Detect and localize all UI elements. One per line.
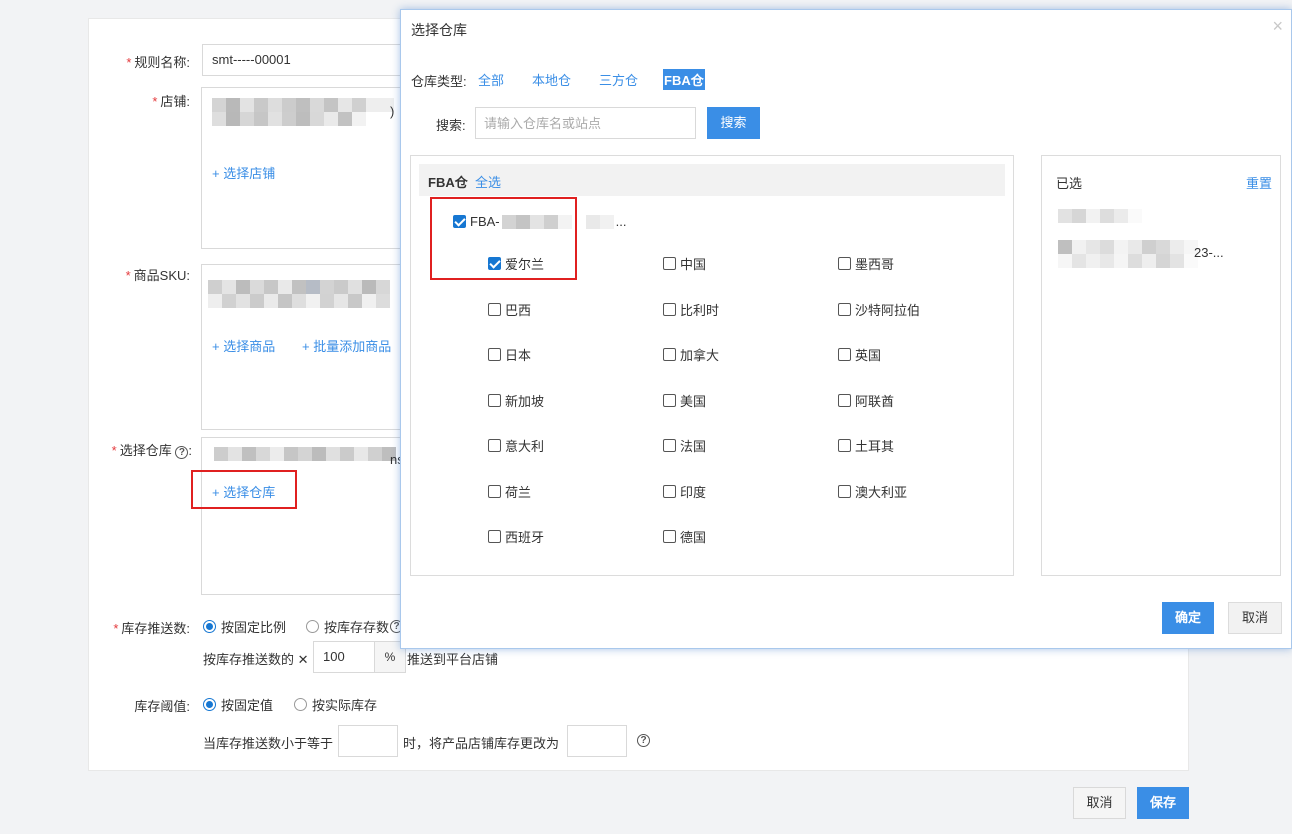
threshold-text-prefix: 当库存推送数小于等于 (203, 736, 334, 751)
checkbox-icon (488, 485, 501, 498)
push-percent-input[interactable]: 100 (313, 641, 375, 673)
type-tab-third-party[interactable]: 三方仓 (598, 69, 639, 90)
checkbox-icon (663, 530, 676, 543)
checkbox-icon (663, 439, 676, 452)
rule-name-label: * 规则名称: (126, 55, 190, 70)
radio-icon (306, 620, 319, 633)
push-label: * 库存推送数: (113, 621, 190, 636)
group-header: FBA仓 全选 (419, 164, 1005, 196)
checkbox-icon (838, 439, 851, 452)
selected-title: 已选 (1056, 176, 1083, 191)
checkbox-icon (488, 439, 501, 452)
warehouse-list-panel: FBA仓 全选 FBA- ... 爱尔兰 中国 墨西哥 巴西 比利时 沙特阿拉伯… (410, 155, 1014, 576)
highlight-box-selected-fba (430, 197, 577, 280)
radio-icon (294, 698, 307, 711)
close-icon[interactable]: × (1272, 16, 1283, 37)
threshold-set-input[interactable] (567, 725, 627, 757)
push-option-stock[interactable]: 按库存存数? (306, 617, 404, 636)
threshold-min-input[interactable] (338, 725, 398, 757)
form-cancel-button[interactable]: 取消 (1073, 787, 1126, 819)
type-tab-local[interactable]: 本地仓 (531, 69, 572, 90)
help-icon[interactable]: ? (175, 446, 189, 459)
country-item-china[interactable]: 中国 (663, 254, 706, 273)
country-item-belgium[interactable]: 比利时 (663, 300, 719, 319)
radio-checked-icon (203, 620, 216, 633)
checkbox-icon (838, 348, 851, 361)
batch-add-product-link[interactable]: + 批量添加商品 (302, 336, 391, 355)
country-item-france[interactable]: 法国 (663, 436, 706, 455)
sku-label: * 商品SKU: (125, 268, 190, 283)
country-item-spain[interactable]: 西班牙 (488, 527, 544, 546)
type-tab-fba[interactable]: FBA仓 (663, 69, 705, 90)
checkbox-icon (838, 257, 851, 270)
threshold-label: 库存阈值: (134, 699, 190, 714)
threshold-text-middle: 时，将产品店铺库存更改为 (403, 736, 560, 751)
country-item-japan[interactable]: 日本 (488, 345, 531, 364)
country-item-singapore[interactable]: 新加坡 (488, 391, 544, 410)
checkbox-icon (838, 394, 851, 407)
dialog-cancel-button[interactable]: 取消 (1228, 602, 1282, 634)
help-icon[interactable]: ? (637, 734, 650, 747)
sku-redacted-mosaic (208, 280, 400, 308)
push-text-prefix: 按库存推送数的 ✕ (203, 652, 309, 667)
checkbox-icon (663, 348, 676, 361)
selected-item-redacted-1 (1058, 209, 1142, 223)
shop-redacted-mosaic (212, 98, 394, 126)
country-item-brazil[interactable]: 巴西 (488, 300, 531, 319)
country-item-uk[interactable]: 英国 (838, 345, 881, 364)
checkbox-icon (663, 303, 676, 316)
warehouse-redacted-mosaic (214, 447, 396, 461)
selected-panel: 已选 重置 23-... (1041, 155, 1281, 576)
country-item-saudi-arabia[interactable]: 沙特阿拉伯 (838, 300, 920, 319)
form-save-button[interactable]: 保存 (1137, 787, 1189, 819)
select-warehouse-dialog: 选择仓库 × 仓库类型: 全部 本地仓 三方仓 FBA仓 搜索: 搜索 FBA仓… (400, 9, 1292, 649)
push-text-suffix: 推送到平台店铺 (407, 652, 499, 667)
rule-name-input[interactable]: smt-----00001 (202, 44, 402, 76)
country-item-netherlands[interactable]: 荷兰 (488, 482, 531, 501)
country-item-india[interactable]: 印度 (663, 482, 706, 501)
checkbox-icon (663, 485, 676, 498)
push-option-ratio[interactable]: 按固定比例 (203, 617, 286, 636)
country-item-turkey[interactable]: 土耳其 (838, 436, 894, 455)
checkbox-icon (663, 257, 676, 270)
radio-checked-icon (203, 698, 216, 711)
selected-item-redacted-2 (1058, 240, 1198, 268)
search-button[interactable]: 搜索 (707, 107, 760, 139)
checkbox-icon (838, 303, 851, 316)
confirm-button[interactable]: 确定 (1162, 602, 1214, 634)
dialog-title: 选择仓库 (411, 22, 467, 38)
select-all-link[interactable]: 全选 (475, 172, 501, 191)
group-title: FBA仓 (428, 175, 468, 190)
search-input[interactable] (475, 107, 696, 139)
country-item-australia[interactable]: 澳大利亚 (838, 482, 907, 501)
selected-item-tail: 23-... (1194, 245, 1224, 260)
highlight-box-select-warehouse (191, 470, 297, 509)
threshold-option-fixed[interactable]: 按固定值 (203, 695, 273, 714)
country-item-usa[interactable]: 美国 (663, 391, 706, 410)
checkbox-icon (663, 394, 676, 407)
country-item-canada[interactable]: 加拿大 (663, 345, 719, 364)
threshold-option-actual[interactable]: 按实际库存 (294, 695, 377, 714)
shop-label: * 店铺: (152, 94, 190, 109)
select-product-link[interactable]: + 选择商品 (212, 336, 275, 355)
warehouse-type-label: 仓库类型: (411, 74, 467, 89)
country-item-uae[interactable]: 阿联酋 (838, 391, 894, 410)
checkbox-icon (488, 394, 501, 407)
search-label: 搜索: (436, 118, 466, 133)
checkbox-icon (488, 348, 501, 361)
checkbox-icon (838, 485, 851, 498)
shop-text-tail: ) (390, 104, 395, 119)
country-item-germany[interactable]: 德国 (663, 527, 706, 546)
checkbox-icon (488, 530, 501, 543)
checkbox-icon (488, 303, 501, 316)
country-item-italy[interactable]: 意大利 (488, 436, 544, 455)
warehouse-label: * 选择仓库 ?: (111, 443, 192, 459)
country-item-mexico[interactable]: 墨西哥 (838, 254, 894, 273)
reset-link[interactable]: 重置 (1246, 173, 1272, 192)
select-shop-link[interactable]: + 选择店铺 (212, 163, 275, 182)
type-tab-all[interactable]: 全部 (477, 69, 505, 90)
